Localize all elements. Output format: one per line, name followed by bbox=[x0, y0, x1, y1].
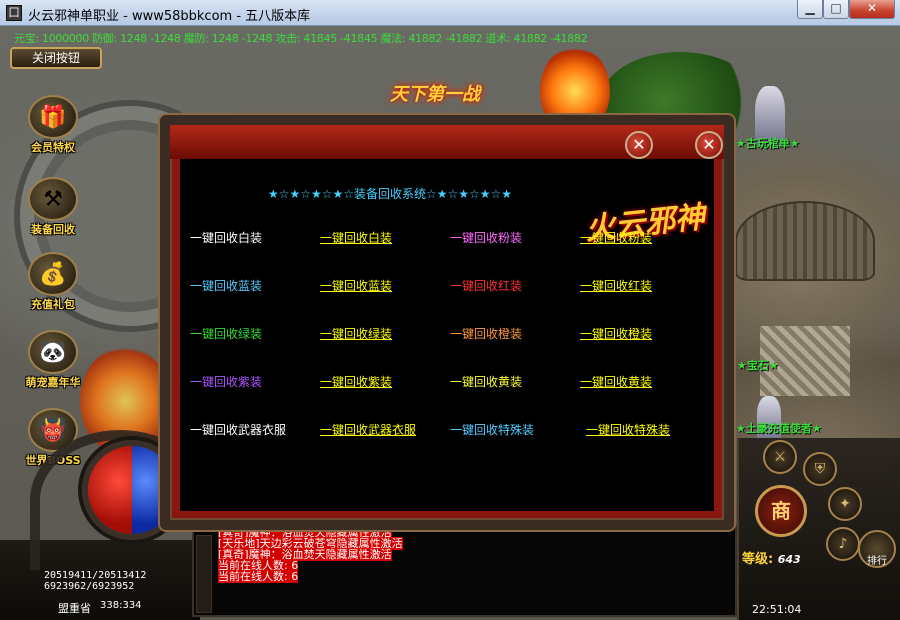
window-title-bar: 囗 火云邪神单职业 - www58bbkcom - 五八版本库 ▁ □ ✕ bbox=[0, 0, 900, 26]
dialog-title: ★☆★☆★☆★☆装备回收系统☆★☆★☆★☆★ bbox=[267, 187, 513, 201]
recycle-category-label: 一键回收特殊装 bbox=[450, 423, 535, 437]
npc-label[interactable]: ★宝石★ bbox=[737, 357, 779, 373]
map-name: 盟重省 bbox=[58, 602, 91, 615]
app-icon: 囗 bbox=[6, 5, 22, 21]
recycle-category-label: 一键回收武器衣服 bbox=[190, 423, 287, 437]
helmet-icon[interactable]: ⛨ bbox=[803, 452, 837, 486]
recycle-dialog: ✕ ✕ ★☆★☆★☆★☆装备回收系统☆★☆★☆★☆★ 火云邪神 一键回收白装 一键… bbox=[160, 115, 734, 530]
sound-icon[interactable]: ♪ bbox=[826, 527, 860, 561]
dialog-close-button[interactable]: ✕ bbox=[695, 131, 723, 159]
side-button-pet[interactable]: 🐼 萌宠嘉年华 bbox=[18, 330, 88, 390]
event-banner[interactable]: 天下第一战 bbox=[360, 75, 510, 115]
side-button-label: 萌宠嘉年华 bbox=[25, 376, 81, 389]
side-button-label: 充值礼包 bbox=[31, 298, 75, 311]
window-title: 火云邪神单职业 - www58bbkcom - 五八版本库 bbox=[28, 9, 311, 24]
gift-icon: 🎁 bbox=[28, 95, 78, 139]
ranking-button[interactable]: 排行 bbox=[858, 530, 896, 568]
recycle-category-label: 一键回收白装 bbox=[190, 231, 263, 245]
clock: 22:51:04 bbox=[752, 603, 802, 616]
hp-value: 20519411/20513412 bbox=[44, 570, 147, 581]
recycle-category-label: 一键回收蓝装 bbox=[190, 279, 263, 293]
maximize-button[interactable]: □ bbox=[823, 0, 849, 19]
shop-button[interactable]: 商 bbox=[755, 485, 807, 537]
side-button-recharge[interactable]: 💰 充值礼包 bbox=[18, 252, 88, 312]
hut-roof bbox=[735, 201, 875, 281]
toggle-ui-button[interactable]: 关闭按钮 bbox=[10, 47, 102, 69]
treasure-icon: 💰 bbox=[28, 252, 78, 296]
game-logo: 火云邪神 bbox=[583, 199, 707, 248]
recycle-action-link[interactable]: 一键回收紫装 bbox=[320, 373, 392, 390]
recycle-action-link[interactable]: 一键回收武器衣服 bbox=[320, 421, 416, 438]
axe-icon: ⚒ bbox=[28, 177, 78, 221]
skill-icon[interactable]: ✦ bbox=[828, 487, 862, 521]
level-display: 等级: 643 bbox=[742, 552, 801, 567]
recycle-category-label: 一键回收橙装 bbox=[450, 327, 523, 341]
side-button-label: 会员特权 bbox=[31, 141, 75, 154]
dialog-close-button[interactable]: ✕ bbox=[625, 131, 653, 159]
recycle-category-label: 一键回收黄装 bbox=[450, 375, 523, 389]
side-button-vip[interactable]: 🎁 会员特权 bbox=[18, 95, 88, 155]
character-icon[interactable]: ⚔ bbox=[763, 440, 797, 474]
stats-bar: 元宝: 1000000 防御: 1248 -1248 魔防: 1248 -124… bbox=[14, 32, 588, 44]
player-coords: 338:334 bbox=[100, 600, 142, 611]
side-button-label: 装备回收 bbox=[31, 223, 75, 236]
mp-value: 6923962/6923952 bbox=[44, 581, 135, 592]
chat-scrollbar[interactable] bbox=[196, 535, 212, 613]
recycle-category-label: 一键回收粉装 bbox=[450, 231, 523, 245]
hp-orb bbox=[88, 446, 132, 534]
hp-mp-text: 20519411/20513412 6923962/6923952 bbox=[44, 570, 146, 592]
recycle-action-link[interactable]: 一键回收特殊装 bbox=[586, 421, 670, 438]
npc-label[interactable]: ★土豪充值使者★ bbox=[736, 420, 822, 436]
recycle-category-label: 一键回收红装 bbox=[450, 279, 523, 293]
minimize-button[interactable]: ▁ bbox=[797, 0, 823, 19]
chat-panel[interactable]: [真奇]魔神：浴血焚天隐藏属性激活 [天乐地]天边彩云破苍穹隐藏属性激活 [真奇… bbox=[192, 525, 737, 617]
chat-line: 当前在线人数: 6 bbox=[218, 570, 299, 583]
recycle-action-link[interactable]: 一键回收橙装 bbox=[580, 325, 652, 342]
recycle-category-label: 一键回收紫装 bbox=[190, 375, 263, 389]
panda-icon: 🐼 bbox=[28, 330, 78, 374]
recycle-action-link[interactable]: 一键回收红装 bbox=[580, 277, 652, 294]
recycle-action-link[interactable]: 一键回收白装 bbox=[320, 229, 392, 246]
recycle-action-link[interactable]: 一键回收蓝装 bbox=[320, 277, 392, 294]
side-button-recycle[interactable]: ⚒ 装备回收 bbox=[18, 177, 88, 237]
recycle-action-link[interactable]: 一键回收黄装 bbox=[580, 373, 652, 390]
close-window-button[interactable]: ✕ bbox=[849, 0, 895, 19]
recycle-action-link[interactable]: 一键回收绿装 bbox=[320, 325, 392, 342]
recycle-category-label: 一键回收绿装 bbox=[190, 327, 263, 341]
recycle-action-link[interactable]: 一键回收粉装 bbox=[580, 229, 652, 246]
dialog-body: ★☆★☆★☆★☆装备回收系统☆★☆★☆★☆★ 火云邪神 一键回收白装 一键回收白装… bbox=[180, 159, 714, 511]
npc-label[interactable]: ★古玩棺单★ bbox=[736, 135, 800, 151]
